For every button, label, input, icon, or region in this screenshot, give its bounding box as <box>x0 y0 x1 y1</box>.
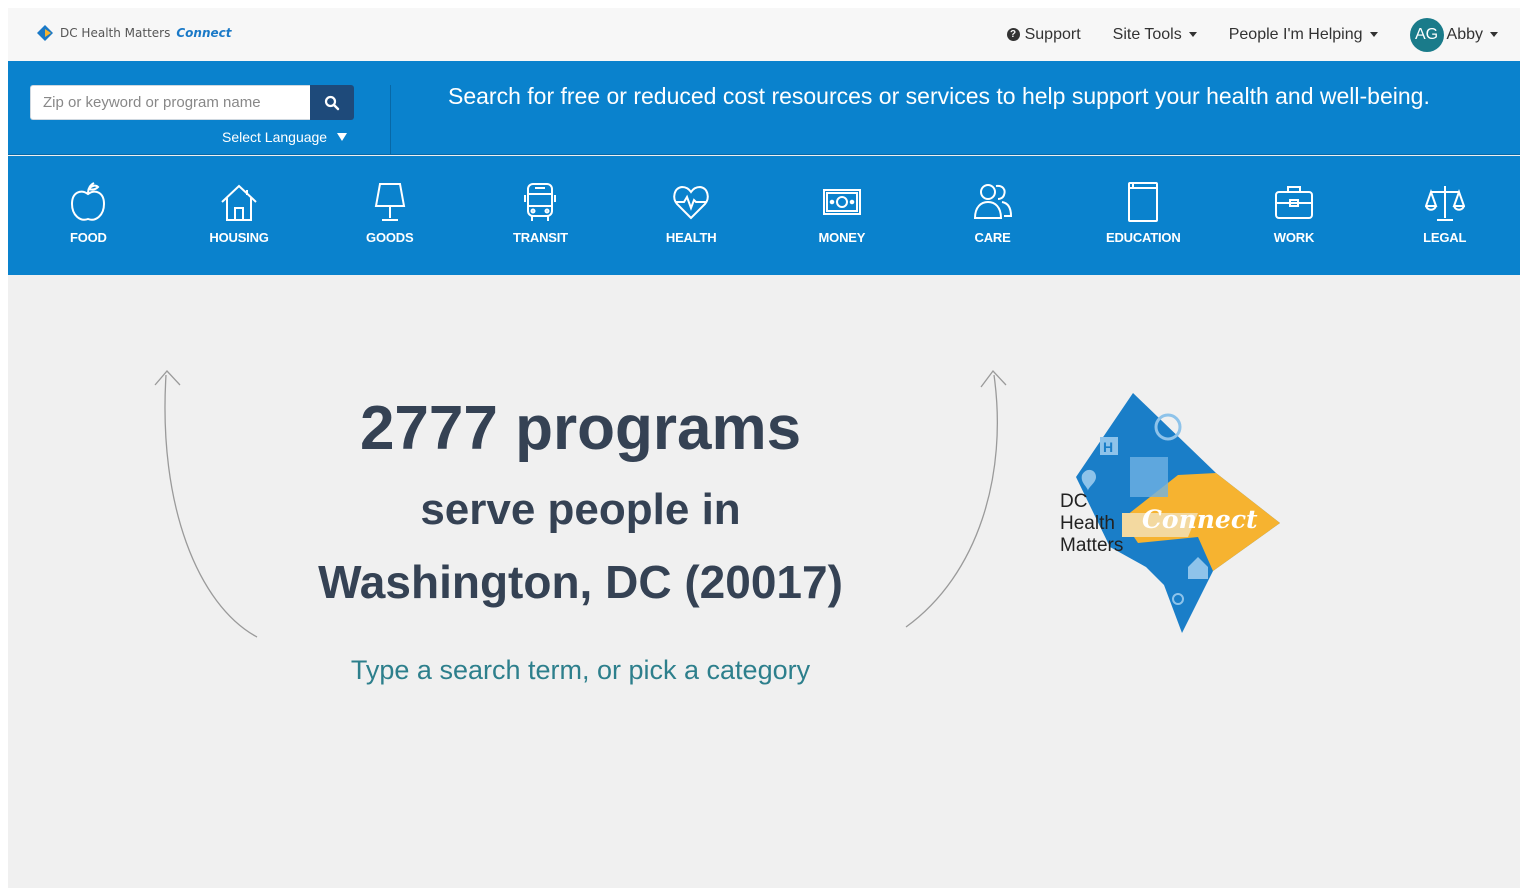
question-circle-icon: ? <box>1006 28 1020 41</box>
category-label: LEGAL <box>1423 230 1467 245</box>
serve-people-text: serve people in <box>420 485 741 534</box>
search-button[interactable] <box>310 85 354 120</box>
search-band: Select Language Search for free or reduc… <box>8 61 1520 155</box>
support-label: Support <box>1024 25 1081 43</box>
category-label: TRANSIT <box>512 230 568 245</box>
top-nav-links: ? Support Site Tools People I'm Helping … <box>975 8 1498 61</box>
category-label: HEALTH <box>665 230 717 245</box>
heart-pulse-icon <box>673 185 709 220</box>
scales-icon <box>1424 186 1465 221</box>
site-logo[interactable]: DC Health Matters Connect <box>36 22 231 44</box>
caret-down-icon <box>1490 32 1498 37</box>
apple-icon <box>71 182 106 221</box>
banknote-icon <box>822 189 861 215</box>
caret-down-icon <box>1369 32 1378 37</box>
house-icon <box>221 184 257 221</box>
category-education[interactable]: EDUCATION <box>1068 156 1219 275</box>
lamp-icon <box>374 183 405 221</box>
search-input[interactable] <box>30 85 310 120</box>
briefcase-icon <box>1274 186 1313 219</box>
logo-accent: Connect <box>176 26 232 40</box>
category-legal[interactable]: LEGAL <box>1369 156 1520 275</box>
category-transit[interactable]: TRANSIT <box>465 156 616 275</box>
dc-health-matters-connect-logo: H DC Health Matters Connect <box>1038 387 1288 642</box>
language-label: Select Language <box>222 129 328 145</box>
dc-map-logo-icon <box>37 25 53 41</box>
category-label: CARE <box>974 230 1011 245</box>
caret-down-icon <box>1188 32 1197 37</box>
category-label: EDUCATION <box>1106 230 1181 245</box>
category-care[interactable]: CARE <box>917 156 1068 275</box>
search-hint-text: Type a search term, or pick a category <box>350 655 811 685</box>
category-label: FOOD <box>69 230 107 245</box>
category-money[interactable]: MONEY <box>767 156 918 275</box>
site-tools-dropdown[interactable]: Site Tools <box>1113 26 1197 44</box>
people-helping-dropdown[interactable]: People I'm Helping <box>1229 26 1378 44</box>
book-icon <box>1128 182 1159 222</box>
search-form <box>30 85 354 120</box>
avatar: AG <box>1409 17 1444 52</box>
search-icon <box>324 95 340 110</box>
logo-line-matters: Matters <box>1060 535 1124 556</box>
site-tools-label: Site Tools <box>1112 25 1182 43</box>
location-text: Washington, DC (20017) <box>318 556 843 608</box>
svg-text:H: H <box>1103 439 1113 455</box>
category-health[interactable]: HEALTH <box>616 156 767 275</box>
people-icon <box>973 184 1012 219</box>
triangle-down-icon <box>337 133 348 141</box>
hero-section: 2777 programs serve people in Washington… <box>8 275 1520 888</box>
logo-line-health: Health <box>1060 513 1115 534</box>
support-link[interactable]: ? Support <box>1006 25 1081 44</box>
logo-text: DC Health Matters <box>60 26 171 40</box>
program-count-heading: 2777 programs <box>359 394 802 463</box>
divider <box>390 85 391 155</box>
category-work[interactable]: WORK <box>1219 156 1370 275</box>
category-label: MONEY <box>818 230 866 245</box>
logo-wordmark: DC Health Matters <box>1060 491 1123 557</box>
language-selector[interactable]: Select Language <box>222 129 348 145</box>
search-tagline: Search for free or reduced cost resource… <box>448 83 1430 109</box>
category-goods[interactable]: GOODS <box>314 156 465 275</box>
logo-connect-text: Connect <box>1142 505 1258 534</box>
category-nav: FOOD HOUSING GOODS TRANSIT HEALTH MONEY … <box>8 156 1520 275</box>
bus-icon <box>524 183 557 221</box>
people-helping-label: People I'm Helping <box>1228 25 1363 43</box>
user-name: Abby <box>1446 25 1483 43</box>
category-label: WORK <box>1273 230 1315 245</box>
top-navbar: DC Health Matters Connect ? Support Site… <box>8 8 1520 61</box>
category-label: HOUSING <box>209 230 269 245</box>
user-menu-dropdown[interactable]: AG Abby <box>1409 17 1498 52</box>
category-housing[interactable]: HOUSING <box>164 156 315 275</box>
category-label: GOODS <box>366 230 414 245</box>
logo-line-dc: DC <box>1060 491 1088 512</box>
page-frame: DC Health Matters Connect ? Support Site… <box>8 8 1520 888</box>
category-food[interactable]: FOOD <box>13 156 164 275</box>
